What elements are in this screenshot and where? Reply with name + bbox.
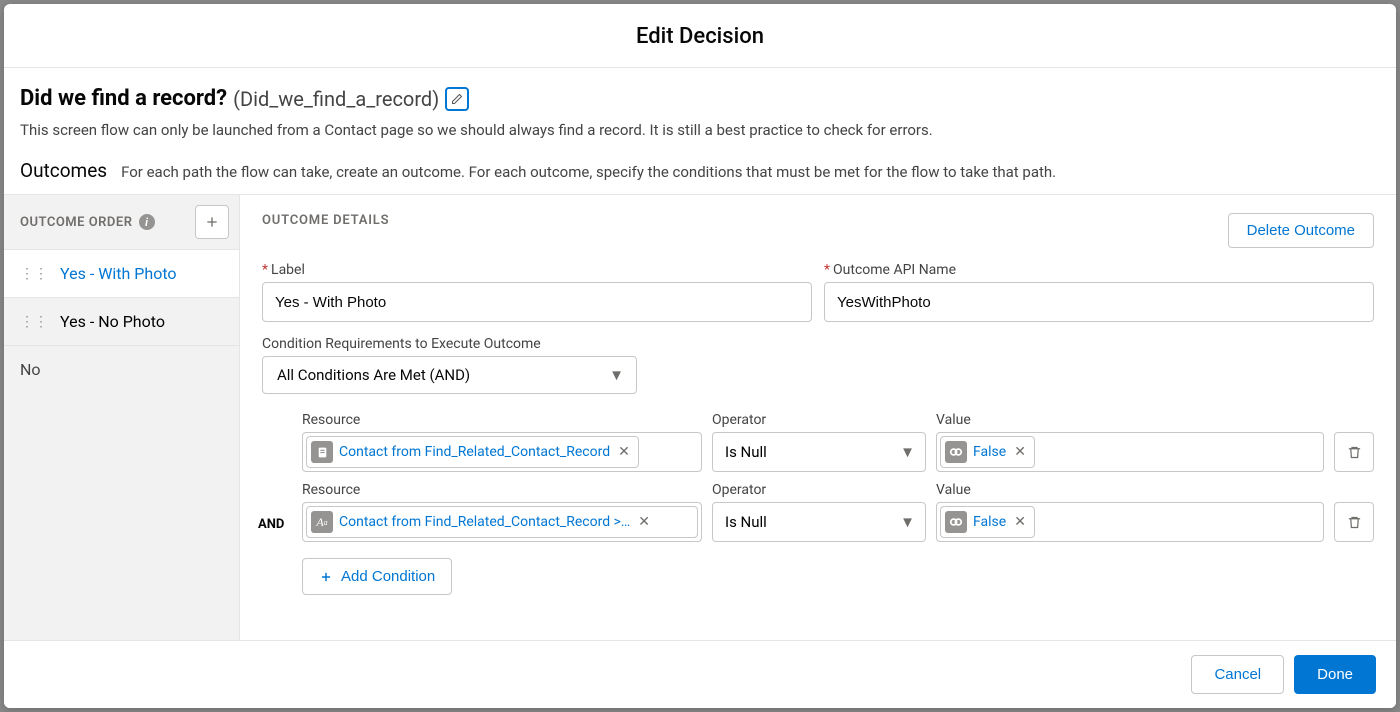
resource-input[interactable]: Aa Contact from Find_Related_Contact_Rec… [302, 502, 702, 542]
outcome-order-sidebar: OUTCOME ORDER i ⋮⋮ Yes - With Photo ⋮⋮ Y… [4, 195, 240, 640]
value-input[interactable]: False ✕ [936, 432, 1324, 472]
resource-pill: Contact from Find_Related_Contact_Record… [306, 436, 639, 468]
sidebar-header-label: OUTCOME ORDER [20, 215, 133, 230]
add-condition-label: Add Condition [341, 568, 435, 585]
sidebar-default-outcome[interactable]: No [4, 346, 239, 393]
chevron-down-icon: ▼ [609, 366, 624, 384]
label-api-row: Label Outcome API Name [262, 262, 1374, 322]
clear-icon[interactable]: ✕ [616, 444, 632, 460]
resource-input[interactable]: Contact from Find_Related_Contact_Record… [302, 432, 702, 472]
resource-label: Resource [302, 482, 702, 498]
cancel-button[interactable]: Cancel [1191, 655, 1284, 694]
value-input[interactable]: False ✕ [936, 502, 1324, 542]
drag-handle-icon[interactable]: ⋮⋮ [20, 266, 48, 282]
condition-req-field: Condition Requirements to Execute Outcom… [262, 336, 1374, 394]
sidebar-item-label: Yes - No Photo [60, 312, 165, 331]
condition-req-value: All Conditions Are Met (AND) [277, 366, 470, 384]
sidebar-item-yes-with-photo[interactable]: ⋮⋮ Yes - With Photo [4, 250, 239, 298]
api-name-field: Outcome API Name [824, 262, 1374, 322]
decision-api-name: (Did_we_find_a_record) [233, 87, 439, 111]
delete-condition-button[interactable] [1334, 432, 1374, 472]
resource-pill: Aa Contact from Find_Related_Contact_Rec… [306, 506, 698, 538]
value-label: Value [936, 482, 1324, 498]
record-icon [311, 441, 333, 463]
resource-pill-text: Contact from Find_Related_Contact_Record [339, 444, 610, 460]
modal-header: Edit Decision [4, 4, 1396, 68]
outcome-details-panel: OUTCOME DETAILS Delete Outcome Label Out… [240, 195, 1396, 640]
sidebar-header: OUTCOME ORDER i [4, 195, 239, 250]
operator-value: Is Null [725, 443, 767, 461]
details-header: OUTCOME DETAILS Delete Outcome [262, 213, 1374, 248]
details-header-label: OUTCOME DETAILS [262, 213, 389, 228]
pencil-icon [451, 93, 463, 105]
value-label: Value [936, 412, 1324, 428]
info-icon[interactable]: i [139, 214, 155, 230]
done-button[interactable]: Done [1294, 655, 1376, 694]
resource-label: Resource [302, 412, 702, 428]
decision-description: This screen flow can only be launched fr… [20, 121, 1380, 139]
resource-pill-text: Contact from Find_Related_Contact_Record… [339, 514, 630, 530]
trash-icon [1347, 515, 1362, 530]
add-outcome-button[interactable] [195, 205, 229, 239]
value-pill-text: False [973, 514, 1006, 530]
operator-select[interactable]: Is Null ▼ [712, 432, 926, 472]
value-pill: False ✕ [940, 506, 1035, 538]
chevron-down-icon: ▼ [900, 443, 915, 461]
delete-outcome-button[interactable]: Delete Outcome [1228, 213, 1374, 248]
delete-condition-button[interactable] [1334, 502, 1374, 542]
conditions-container: Resource Contact from Find_Related_Conta… [262, 412, 1374, 595]
body-split: OUTCOME ORDER i ⋮⋮ Yes - With Photo ⋮⋮ Y… [4, 194, 1396, 640]
label-field-label: Label [262, 262, 812, 278]
boolean-icon [945, 511, 967, 533]
decision-title-row: Did we find a record? (Did_we_find_a_rec… [20, 86, 1380, 111]
and-label: AND [258, 517, 284, 532]
value-pill-text: False [973, 444, 1006, 460]
edit-decision-button[interactable] [445, 87, 469, 111]
text-field-icon: Aa [311, 511, 333, 533]
outcomes-help-text: For each path the flow can take, create … [121, 163, 1056, 181]
condition-row: Resource Contact from Find_Related_Conta… [302, 412, 1374, 472]
condition-req-label: Condition Requirements to Execute Outcom… [262, 336, 1374, 352]
clear-icon[interactable]: ✕ [1012, 514, 1028, 530]
api-name-label: Outcome API Name [824, 262, 1374, 278]
outcomes-header-row: Outcomes For each path the flow can take… [20, 159, 1380, 194]
condition-req-dropdown[interactable]: All Conditions Are Met (AND) ▼ [262, 356, 637, 394]
trash-icon [1347, 445, 1362, 460]
add-condition-button[interactable]: Add Condition [302, 558, 452, 595]
decision-label: Did we find a record? [20, 86, 227, 111]
operator-label: Operator [712, 482, 926, 498]
operator-label: Operator [712, 412, 926, 428]
clear-icon[interactable]: ✕ [636, 514, 652, 530]
value-pill: False ✕ [940, 436, 1035, 468]
info-section: Did we find a record? (Did_we_find_a_rec… [4, 68, 1396, 194]
sidebar-item-label: Yes - With Photo [60, 264, 177, 283]
boolean-icon [945, 441, 967, 463]
edit-decision-modal: Edit Decision Did we find a record? (Did… [4, 4, 1396, 708]
sidebar-item-yes-no-photo[interactable]: ⋮⋮ Yes - No Photo [4, 298, 239, 346]
chevron-down-icon: ▼ [900, 513, 915, 531]
label-field: Label [262, 262, 812, 322]
api-name-input[interactable] [824, 282, 1374, 322]
plus-icon [319, 570, 333, 584]
condition-row: AND Resource Aa Contact from Find_Relate… [302, 482, 1374, 542]
clear-icon[interactable]: ✕ [1012, 444, 1028, 460]
drag-handle-icon[interactable]: ⋮⋮ [20, 314, 48, 330]
operator-select[interactable]: Is Null ▼ [712, 502, 926, 542]
outcomes-heading: Outcomes [20, 159, 107, 182]
modal-footer: Cancel Done [4, 640, 1396, 708]
label-input[interactable] [262, 282, 812, 322]
plus-icon [204, 214, 220, 230]
operator-value: Is Null [725, 513, 767, 531]
modal-title: Edit Decision [4, 24, 1396, 49]
